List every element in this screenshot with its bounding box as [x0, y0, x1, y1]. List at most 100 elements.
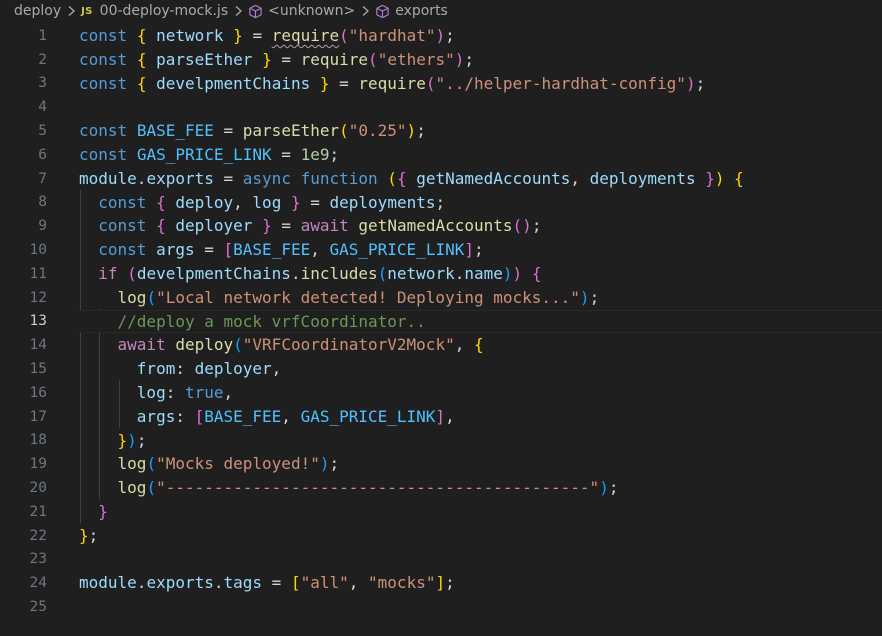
code-line[interactable]: 13 //deploy a mock vrfCoordinator.. [0, 309, 882, 334]
code-token: log [117, 287, 147, 307]
code-token: "ethers" [377, 49, 455, 69]
code-text: const { deployer } = await getNamedAccou… [79, 214, 541, 238]
code-line[interactable]: 24 module.exports.tags = ["all", "mocks"]… [0, 571, 882, 595]
code-text: const { parseEther } = require("ethers")… [79, 48, 474, 72]
code-token: async [242, 168, 291, 188]
code-token: "Local network detected! Deploying mocks… [156, 287, 580, 307]
code-line[interactable]: 16 log: true, [0, 381, 882, 405]
breadcrumb-symbol-exports[interactable]: exports [375, 3, 448, 19]
code-token: log [117, 454, 147, 474]
code-token: } [79, 525, 89, 545]
code-token: "Mocks deployed!" [156, 454, 320, 474]
code-token: ( [387, 168, 397, 188]
code-line[interactable]: 21 } [0, 500, 882, 524]
code-token: } [290, 192, 301, 212]
code-line[interactable]: 18 }); [0, 429, 882, 453]
code-editor[interactable]: 1 const { network } = require("hardhat");… [0, 24, 882, 636]
code-line[interactable]: 11 if (develpmentChains.includes(network… [0, 262, 882, 286]
code-token: , [570, 168, 590, 188]
code-token: = [194, 240, 224, 260]
code-token: = [213, 121, 243, 141]
code-token: , [281, 406, 301, 426]
line-number: 23 [29, 551, 47, 568]
code-token: log [252, 192, 282, 212]
code-token: () [512, 216, 532, 236]
code-line[interactable]: 1 const { network } = require("hardhat"); [0, 24, 882, 48]
code-text: module.exports = async function ({ getNa… [79, 167, 744, 191]
code-token: ; [531, 216, 542, 236]
code-line[interactable]: 2 const { parseEther } = require("ethers"… [0, 48, 882, 72]
line-number: 21 [29, 503, 47, 520]
code-line[interactable]: 7 module.exports = async function ({ getN… [0, 167, 882, 191]
code-token: { [136, 73, 147, 93]
code-line[interactable]: 17 args: [BASE_FEE, GAS_PRICE_LINK], [0, 405, 882, 429]
line-number: 1 [38, 27, 47, 44]
code-token: ; [473, 240, 484, 260]
code-token: parseEther [156, 49, 253, 69]
line-number: 7 [38, 170, 47, 187]
code-line[interactable]: 12 log("Local network detected! Deployin… [0, 286, 882, 310]
code-line[interactable]: 23 [0, 548, 882, 572]
code-token: } [262, 49, 272, 69]
code-token: ( [368, 49, 378, 69]
code-line[interactable]: 10 const args = [BASE_FEE, GAS_PRICE_LIN… [0, 238, 882, 262]
code-token: ) [685, 73, 696, 93]
javascript-file-icon: JS [81, 5, 93, 17]
code-token: await [117, 335, 166, 355]
code-line[interactable]: 19 log("Mocks deployed!"); [0, 452, 882, 476]
code-token: log [117, 478, 147, 498]
code-line[interactable]: 22}; [0, 524, 882, 548]
code-line[interactable]: 15 from: deployer, [0, 357, 882, 381]
code-line[interactable]: 25 [0, 595, 882, 619]
code-line[interactable]: 6 const GAS_PRICE_LINK = 1e9; [0, 143, 882, 167]
code-token: . [136, 573, 147, 593]
breadcrumb-symbol-unknown[interactable]: <unknown> [248, 3, 355, 19]
line-number: 19 [29, 456, 47, 473]
code-token: ( [146, 478, 157, 498]
code-token: deploy [175, 335, 234, 355]
code-line[interactable]: 9 const { deployer } = await getNamedAcc… [0, 214, 882, 238]
code-line[interactable]: 4 [0, 95, 882, 119]
code-line[interactable]: 5 const BASE_FEE = parseEther("0.25"); [0, 119, 882, 143]
code-token: ; [329, 145, 340, 164]
code-line[interactable]: 20 log("--------------------------------… [0, 476, 882, 500]
breadcrumb: deploy JS 00-deploy-mock.js <unknown> ex… [0, 0, 882, 22]
breadcrumb-folder-deploy[interactable]: deploy [14, 3, 61, 19]
breadcrumb-file[interactable]: JS 00-deploy-mock.js [81, 3, 228, 19]
code-text: }); [79, 429, 147, 453]
code-token: exports [146, 573, 214, 593]
code-token: = [213, 168, 243, 188]
code-token: ; [329, 454, 340, 474]
code-token: const [98, 240, 147, 260]
code-text: const { develpmentChains } = require("..… [79, 72, 705, 96]
line-number: 16 [29, 384, 47, 401]
code-text: const { network } = require("hardhat"); [79, 24, 455, 48]
code-token: } [319, 73, 330, 93]
code-line[interactable]: 8 const { deploy, log } = deployments; [0, 191, 882, 215]
code-token: ) [714, 168, 725, 188]
code-token: ( [339, 121, 349, 141]
code-token: ) [502, 264, 513, 283]
code-line[interactable]: 14 await deploy("VRFCoordinatorV2Mock", … [0, 333, 882, 357]
code-token: ( [339, 26, 349, 45]
code-token: { [531, 264, 542, 283]
code-token: ) [512, 264, 523, 283]
code-token: "---------------------------------------… [156, 478, 600, 498]
code-line[interactable]: 3 const { develpmentChains } = require(".… [0, 72, 882, 96]
code-token: = [329, 73, 359, 93]
code-token: network [387, 264, 455, 283]
code-text: //deploy a mock vrfCoordinator.. [79, 310, 426, 334]
symbol-module-icon [248, 4, 263, 19]
